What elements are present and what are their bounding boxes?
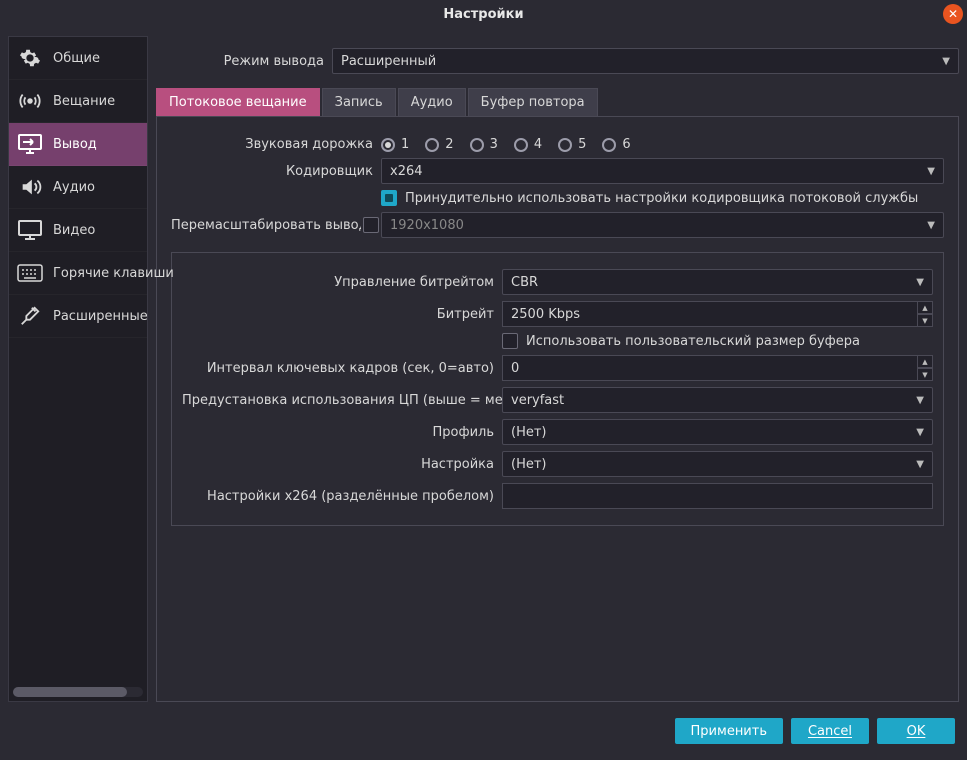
bitrate-spinner[interactable]: 2500 Kbps ▲ ▼ — [502, 301, 933, 327]
tabs: Потоковое вещание Запись Аудио Буфер пов… — [156, 88, 959, 116]
sidebar-scrollbar[interactable] — [13, 687, 143, 697]
sidebar-item-hotkeys[interactable]: Горячие клавиши — [9, 252, 147, 295]
audio-track-radio-6[interactable] — [602, 138, 616, 152]
sidebar-item-video[interactable]: Видео — [9, 209, 147, 252]
sidebar-item-label: Вывод — [53, 137, 97, 152]
chevron-down-icon: ▼ — [927, 166, 935, 177]
chevron-down-icon: ▼ — [927, 220, 935, 231]
sidebar-scrollbar-thumb[interactable] — [13, 687, 127, 697]
sidebar-item-label: Горячие клавиши — [53, 266, 174, 281]
output-mode-select[interactable]: Расширенный ▼ — [332, 48, 959, 74]
sidebar-item-audio[interactable]: Аудио — [9, 166, 147, 209]
custom-buffer-label: Использовать пользовательский размер буф… — [526, 334, 860, 349]
tune-select[interactable]: (Нет) ▼ — [502, 451, 933, 477]
encoder-value: x264 — [390, 164, 423, 179]
cpu-preset-label: Предустановка использования ЦП (выше = м… — [182, 393, 502, 408]
apply-button[interactable]: Применить — [675, 718, 783, 744]
rate-control-select[interactable]: CBR ▼ — [502, 269, 933, 295]
sidebar-item-label: Общие — [53, 51, 100, 66]
chevron-down-icon: ▼ — [916, 277, 924, 288]
output-icon — [17, 133, 43, 155]
encoder-settings-panel: Управление битрейтом CBR ▼ Битрейт 2500 … — [171, 252, 944, 526]
tab-audio[interactable]: Аудио — [398, 88, 466, 116]
sidebar: Общие Вещание Вывод Аудио Видео — [8, 36, 148, 702]
sidebar-item-advanced[interactable]: Расширенные — [9, 295, 147, 338]
sidebar-item-general[interactable]: Общие — [9, 37, 147, 80]
audio-track-radio-5[interactable] — [558, 138, 572, 152]
close-button[interactable]: ✕ — [943, 4, 963, 24]
tools-icon — [17, 305, 43, 327]
audio-track-radio-3[interactable] — [470, 138, 484, 152]
audio-track-radio-4[interactable] — [514, 138, 528, 152]
gear-icon — [17, 47, 43, 69]
chevron-down-icon: ▼ — [916, 427, 924, 438]
titlebar: Настройки ✕ — [0, 0, 967, 28]
bitrate-value[interactable]: 2500 Kbps — [502, 301, 917, 327]
sidebar-item-label: Вещание — [53, 94, 115, 109]
tab-replay-buffer[interactable]: Буфер повтора — [468, 88, 598, 116]
keyframe-value[interactable]: 0 — [502, 355, 917, 381]
rescale-value: 1920x1080 — [390, 218, 464, 233]
keyframe-spinner[interactable]: 0 ▲ ▼ — [502, 355, 933, 381]
cpu-preset-value: veryfast — [511, 393, 564, 408]
rescale-label: Перемасштабировать вывод — [171, 218, 361, 233]
profile-label: Профиль — [182, 425, 502, 440]
sidebar-item-label: Аудио — [53, 180, 95, 195]
chevron-down-icon: ▼ — [942, 56, 950, 67]
tab-recording[interactable]: Запись — [322, 88, 396, 116]
chevron-down-icon: ▼ — [916, 459, 924, 470]
profile-select[interactable]: (Нет) ▼ — [502, 419, 933, 445]
audio-track-radio-2[interactable] — [425, 138, 439, 152]
encoder-label: Кодировщик — [171, 164, 381, 179]
audio-track-radio-1[interactable] — [381, 138, 395, 152]
keyframe-down-button[interactable]: ▼ — [917, 368, 933, 381]
sidebar-item-stream[interactable]: Вещание — [9, 80, 147, 123]
rescale-select[interactable]: 1920x1080 ▼ — [381, 212, 944, 238]
enforce-encoder-checkbox[interactable] — [381, 190, 397, 206]
content-area: Режим вывода Расширенный ▼ Потоковое вещ… — [156, 36, 959, 702]
x264opts-input[interactable] — [502, 483, 933, 509]
speaker-icon — [17, 176, 43, 198]
window-title: Настройки — [443, 7, 523, 22]
bitrate-down-button[interactable]: ▼ — [917, 314, 933, 327]
enforce-encoder-label: Принудительно использовать настройки код… — [405, 191, 918, 206]
profile-value: (Нет) — [511, 425, 547, 440]
output-mode-label: Режим вывода — [156, 54, 332, 69]
chevron-down-icon: ▼ — [916, 395, 924, 406]
footer: Применить Cancel OK — [0, 710, 967, 752]
tune-value: (Нет) — [511, 457, 547, 472]
ok-button[interactable]: OK — [877, 718, 955, 744]
custom-buffer-checkbox[interactable] — [502, 333, 518, 349]
audio-track-label: Звуковая дорожка — [171, 137, 381, 152]
sidebar-item-label: Расширенные — [53, 309, 148, 324]
streaming-panel: Звуковая дорожка 1 2 3 4 5 6 Кодировщик … — [156, 116, 959, 702]
keyframe-up-button[interactable]: ▲ — [917, 355, 933, 368]
close-icon: ✕ — [948, 7, 958, 21]
bitrate-up-button[interactable]: ▲ — [917, 301, 933, 314]
monitor-icon — [17, 219, 43, 241]
cpu-preset-select[interactable]: veryfast ▼ — [502, 387, 933, 413]
keyboard-icon — [17, 262, 43, 284]
keyframe-label: Интервал ключевых кадров (сек, 0=авто) — [182, 361, 502, 376]
rate-control-value: CBR — [511, 275, 538, 290]
rescale-checkbox[interactable] — [363, 217, 379, 233]
bitrate-label: Битрейт — [182, 307, 502, 322]
x264opts-label: Настройки x264 (разделённые пробелом) — [182, 489, 502, 504]
tab-streaming[interactable]: Потоковое вещание — [156, 88, 320, 116]
cancel-button[interactable]: Cancel — [791, 718, 869, 744]
rate-control-label: Управление битрейтом — [182, 275, 502, 290]
sidebar-item-output[interactable]: Вывод — [9, 123, 147, 166]
output-mode-value: Расширенный — [341, 54, 436, 69]
sidebar-item-label: Видео — [53, 223, 95, 238]
encoder-select[interactable]: x264 ▼ — [381, 158, 944, 184]
tune-label: Настройка — [182, 457, 502, 472]
broadcast-icon — [17, 90, 43, 112]
